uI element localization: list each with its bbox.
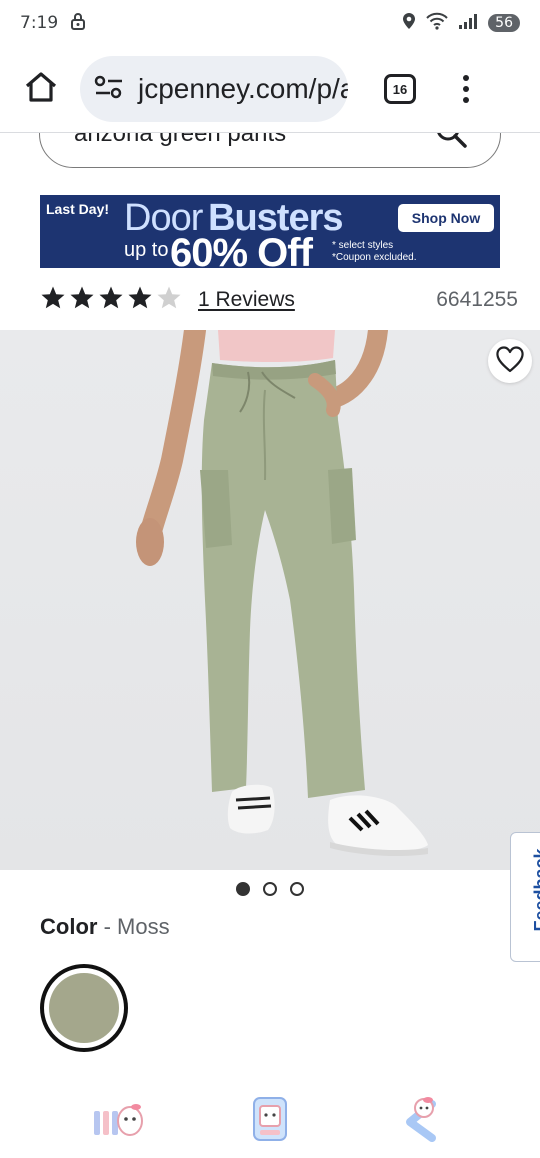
product-illustration xyxy=(136,330,428,856)
more-vert-icon[interactable] xyxy=(460,75,472,103)
star-filled-icon xyxy=(98,285,124,315)
toolbar-divider xyxy=(0,132,540,133)
status-time: 7:19 xyxy=(20,13,59,33)
feedback-label: Feedback xyxy=(530,848,540,932)
carousel-dot[interactable] xyxy=(290,882,304,896)
feedback-tab[interactable]: Feedback xyxy=(510,832,540,962)
back-nav-icon[interactable] xyxy=(392,1094,448,1144)
reviews-link[interactable]: 1 Reviews xyxy=(198,288,295,312)
browser-toolbar: jcpenney.com/p/a 16 xyxy=(0,46,540,132)
shop-now-button[interactable]: Shop Now xyxy=(398,204,494,232)
home-button[interactable] xyxy=(16,64,66,114)
page-root: 7:19 56 arizona green pants jcpenney.com… xyxy=(0,0,540,1158)
image-carousel-dots xyxy=(236,882,304,896)
carousel-dot[interactable] xyxy=(236,882,250,896)
star-filled-icon xyxy=(40,285,66,315)
color-label: Color xyxy=(40,914,98,939)
url-text[interactable]: jcpenney.com/p/a xyxy=(138,73,348,105)
location-icon xyxy=(402,12,416,35)
product-sku: 6641255 xyxy=(436,288,518,311)
home-nav-icon[interactable] xyxy=(242,1094,298,1144)
status-bar: 7:19 56 xyxy=(0,0,540,46)
promo-banner[interactable]: Last Day! Door Busters up to 60% Off * s… xyxy=(40,195,500,268)
lock-icon xyxy=(70,12,86,35)
star-filled-icon xyxy=(127,285,153,315)
battery-indicator: 56 xyxy=(488,14,520,32)
star-empty-icon xyxy=(156,285,182,315)
banner-percent-off: 60% Off xyxy=(170,231,313,268)
color-swatch-moss[interactable] xyxy=(40,964,128,1052)
wifi-icon xyxy=(426,12,448,35)
star-filled-icon xyxy=(69,285,95,315)
banner-last-day: Last Day! xyxy=(46,201,110,217)
product-image[interactable] xyxy=(0,330,540,870)
color-swatch-fill xyxy=(49,973,119,1043)
rating-row: 1 Reviews 6641255 xyxy=(40,283,518,317)
color-label-row: Color - Moss xyxy=(40,914,170,940)
home-icon xyxy=(24,71,58,108)
recent-apps-icon[interactable] xyxy=(90,1094,146,1144)
bottom-navigation xyxy=(0,1080,540,1158)
signal-icon xyxy=(458,12,478,35)
star-rating[interactable] xyxy=(40,285,182,315)
address-bar[interactable]: jcpenney.com/p/a xyxy=(80,56,348,122)
banner-up-to: up to xyxy=(124,239,169,261)
site-settings-icon[interactable] xyxy=(94,74,124,105)
wishlist-button[interactable] xyxy=(488,339,532,383)
banner-fine-print-1: * select styles xyxy=(332,240,394,251)
banner-fine-print-2: *Coupon excluded. xyxy=(332,252,417,263)
color-value: Moss xyxy=(117,914,170,939)
heart-icon xyxy=(495,345,525,378)
color-separator: - xyxy=(97,914,118,939)
carousel-dot[interactable] xyxy=(263,882,277,896)
tab-switcher-button[interactable]: 16 xyxy=(384,74,416,104)
